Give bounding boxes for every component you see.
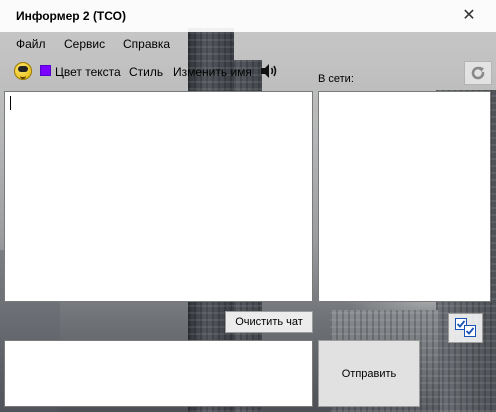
refresh-icon xyxy=(471,66,485,80)
close-icon: ✕ xyxy=(462,7,476,24)
rename-button[interactable]: Изменить имя xyxy=(173,65,252,79)
text-color-swatch[interactable] xyxy=(40,65,51,76)
checkmark-icon xyxy=(465,327,475,335)
close-button[interactable]: ✕ xyxy=(446,4,492,26)
style-button[interactable]: Стиль xyxy=(129,65,163,79)
menu-item-help[interactable]: Справка xyxy=(123,37,170,51)
message-input[interactable] xyxy=(4,340,313,407)
online-users-label: В сети: xyxy=(318,73,354,85)
menu-bar: Файл Сервис Справка xyxy=(0,33,496,55)
title-bar: Информер 2 (ТСО) ✕ xyxy=(0,0,496,32)
speaker-icon[interactable] xyxy=(259,63,279,79)
smiley-icon[interactable] xyxy=(14,62,32,80)
send-button[interactable]: Отправить xyxy=(318,340,420,407)
menu-item-service[interactable]: Сервис xyxy=(64,37,105,51)
menu-item-file[interactable]: Файл xyxy=(16,37,46,51)
text-caret xyxy=(10,96,11,110)
text-color-button[interactable]: Цвет текста xyxy=(55,65,121,79)
window-title: Информер 2 (ТСО) xyxy=(16,9,126,23)
refresh-button[interactable] xyxy=(464,61,492,85)
option-checkbox[interactable] xyxy=(464,325,476,337)
chat-log[interactable] xyxy=(4,91,313,302)
toolbar: Цвет текста Стиль Изменить имя xyxy=(0,60,496,84)
checkbox-panel xyxy=(448,313,483,343)
online-users-list[interactable] xyxy=(318,91,491,302)
clear-chat-button[interactable]: Очистить чат xyxy=(225,311,313,333)
